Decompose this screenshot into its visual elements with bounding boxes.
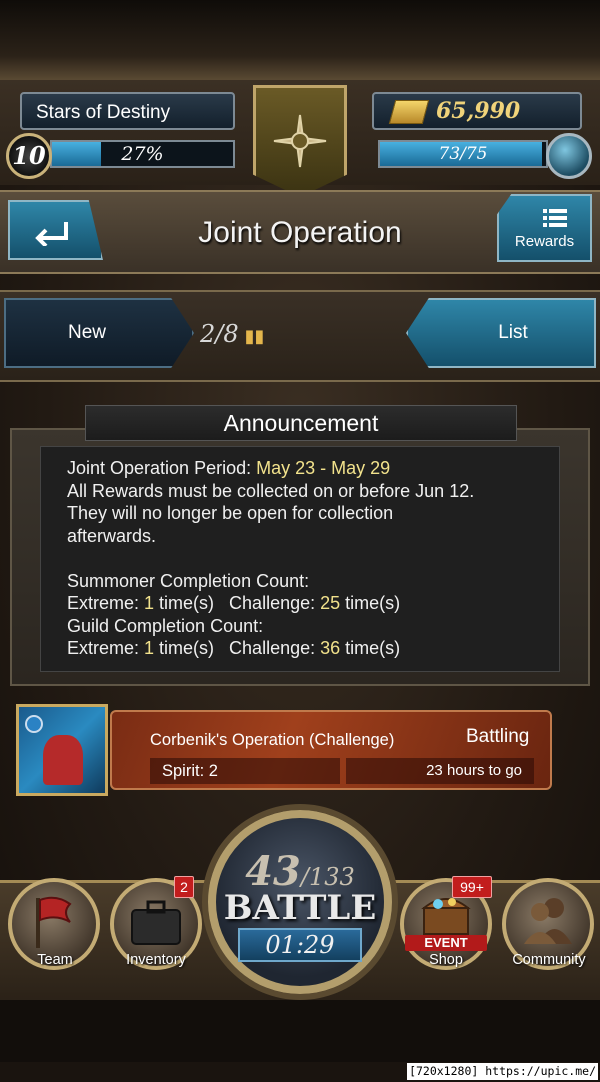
summoner-heading: Summoner Completion Count:: [67, 570, 310, 591]
summoner-counts: Extreme: 1 time(s) Challenge: 25 time(s): [67, 593, 401, 613]
tab-new[interactable]: New: [4, 298, 194, 368]
operation-counter: 2/8 ▮▮: [200, 314, 310, 354]
watermark: [720x1280] https://upic.me/: [407, 1063, 598, 1080]
player-name: Stars of Destiny: [20, 92, 235, 130]
flag-icon: [36, 896, 72, 948]
announcement-spacer: [67, 547, 533, 570]
page-title: Joint Operation: [198, 216, 402, 249]
xp-percent: 27%: [121, 143, 164, 165]
boss-figure: [43, 735, 83, 785]
bottom-band: [0, 1000, 600, 1062]
element-icon: [25, 715, 43, 733]
gold-amount: 65,990: [436, 98, 521, 124]
shop-badge: 99+: [452, 876, 492, 898]
shop-label: Shop: [429, 952, 463, 968]
announcement-line: afterwards.: [67, 525, 157, 546]
back-button[interactable]: [8, 200, 103, 260]
operation-time-left: 23 hours to go: [346, 758, 534, 784]
list-menu-icon: [543, 209, 567, 227]
counter-value: 2/8: [200, 320, 239, 348]
battle-label: BATTLE: [223, 888, 377, 928]
announcement-title: Announcement: [85, 405, 517, 441]
level-badge: 10: [6, 133, 52, 179]
gold-counter: 65,990: [372, 92, 582, 130]
briefcase-icon: [131, 900, 181, 945]
operation-title: Corbenik's Operation (Challenge): [150, 731, 395, 749]
event-tag: EVENT: [405, 935, 487, 951]
gold-bars-icon: [388, 100, 430, 124]
stamina-orb-icon[interactable]: [546, 133, 592, 179]
top-ornament: [0, 0, 600, 83]
inventory-label: Inventory: [126, 952, 186, 968]
announcement-line: Joint Operation Period: May 23 - May 29: [67, 458, 391, 478]
rewards-button[interactable]: Rewards: [497, 194, 592, 262]
back-arrow-icon: [35, 222, 68, 246]
announcement-line: All Rewards must be collected on or befo…: [67, 480, 475, 501]
team-label: Team: [37, 952, 73, 968]
community-label: Community: [512, 952, 586, 968]
operation-status: Battling: [466, 726, 530, 747]
key-icon: ▮▮: [244, 326, 265, 347]
announcement-body: Joint Operation Period: May 23 - May 29 …: [40, 446, 560, 672]
battle-timer: 01:29: [238, 928, 362, 962]
guild-counts: Extreme: 1 time(s) Challenge: 36 time(s): [67, 638, 401, 658]
stamina-bar: 73/75: [378, 140, 548, 168]
rewards-label: Rewards: [514, 233, 575, 250]
tab-list[interactable]: List: [406, 298, 596, 368]
xp-bar: 27%: [50, 140, 235, 168]
operation-boss-portrait[interactable]: [16, 704, 108, 796]
people-icon: [524, 898, 572, 944]
operation-spirit: Spirit: 2: [150, 758, 340, 784]
announcement-line: They will no longer be open for collecti…: [67, 503, 394, 523]
stamina-value: 73/75: [438, 144, 488, 164]
compass-emblem-icon: [253, 85, 347, 197]
guild-heading: Guild Completion Count:: [67, 615, 264, 636]
inventory-badge: 2: [174, 876, 194, 898]
